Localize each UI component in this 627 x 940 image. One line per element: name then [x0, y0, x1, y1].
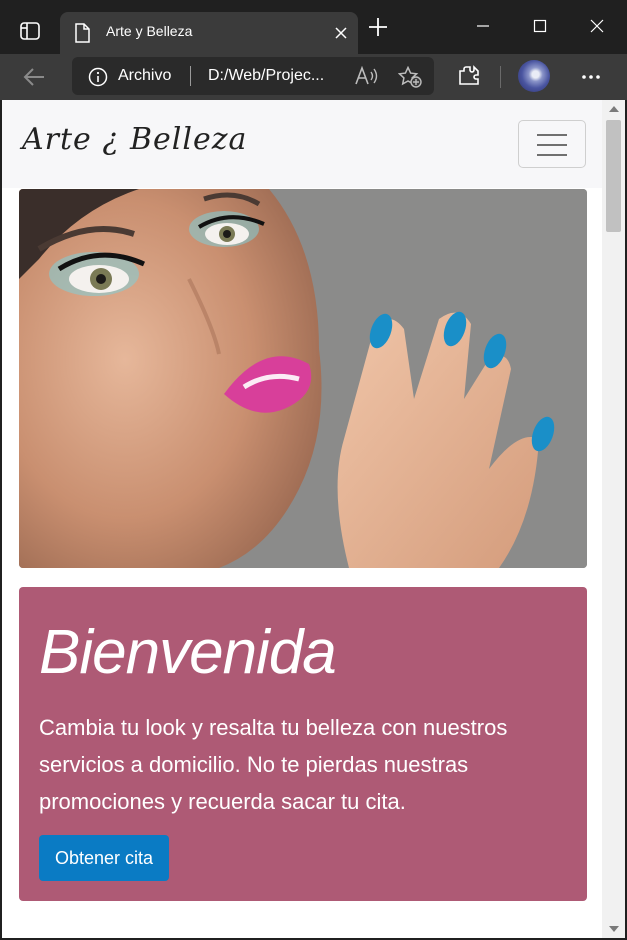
site-brand[interactable]: Arte ¿ Belleza — [22, 122, 247, 157]
close-icon[interactable] — [334, 25, 348, 44]
welcome-jumbotron: Bienvenida Cambia tu look y resalta tu b… — [19, 587, 587, 901]
browser-tab[interactable]: Arte y Belleza — [60, 12, 358, 54]
profile-avatar[interactable] — [518, 60, 550, 92]
maximize-icon[interactable] — [520, 12, 560, 40]
more-icon[interactable] — [580, 66, 602, 92]
page-viewport: Arte ¿ Belleza Bienvenida Cambia tu look… — [2, 100, 602, 938]
scroll-thumb[interactable] — [606, 120, 621, 232]
extensions-icon[interactable] — [457, 64, 481, 92]
address-bar[interactable]: Archivo D:/Web/Projec... — [72, 57, 434, 95]
tab-actions-icon[interactable] — [14, 16, 46, 46]
info-icon[interactable] — [88, 67, 108, 91]
tab-title: Arte y Belleza — [106, 23, 193, 39]
back-arrow-icon[interactable] — [20, 63, 48, 95]
page-icon — [74, 23, 90, 47]
welcome-title: Bienvenida — [39, 618, 337, 687]
hero-image — [19, 189, 587, 568]
window-close-icon[interactable] — [577, 12, 617, 40]
favorite-add-icon[interactable] — [397, 65, 422, 92]
read-aloud-icon[interactable] — [354, 65, 378, 90]
toolbar-separator — [500, 66, 501, 88]
address-scheme: Archivo — [118, 67, 172, 84]
plus-icon[interactable] — [368, 17, 388, 41]
site-navbar: Arte ¿ Belleza — [2, 100, 602, 188]
scroll-up-arrow-icon[interactable] — [609, 106, 619, 112]
address-url[interactable]: D:/Web/Projec... — [208, 67, 324, 85]
scroll-down-arrow-icon[interactable] — [609, 926, 619, 932]
get-appointment-button[interactable]: Obtener cita — [39, 835, 170, 881]
welcome-text: Cambia tu look y resalta tu belleza con … — [39, 715, 508, 814]
browser-toolbar: Archivo D:/Web/Projec... — [0, 54, 627, 100]
browser-titlebar: Arte y Belleza — [0, 0, 627, 54]
minimize-icon[interactable] — [463, 12, 503, 40]
address-separator — [190, 66, 191, 86]
vertical-scrollbar[interactable] — [602, 100, 625, 938]
hamburger-icon[interactable] — [518, 120, 586, 168]
